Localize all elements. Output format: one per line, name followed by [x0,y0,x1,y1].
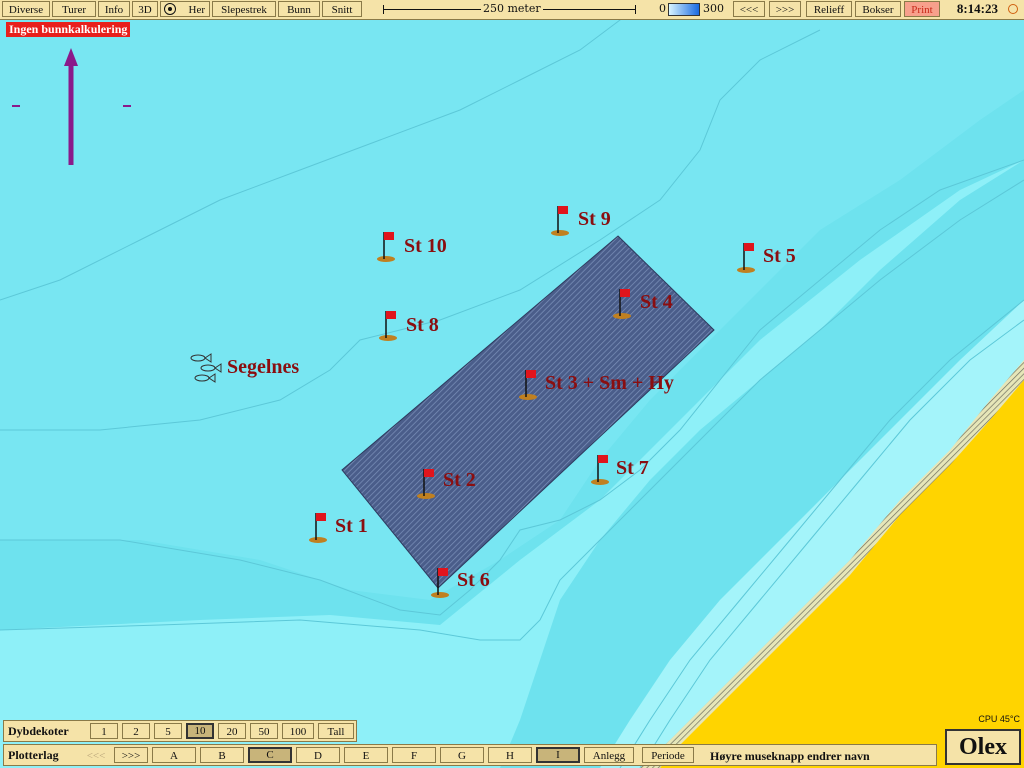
depth-min: 0 [657,2,668,15]
place-label: Segelnes [227,356,300,378]
layer-c[interactable]: C [248,747,292,763]
contour-100[interactable]: 100 [282,723,314,739]
nav-prev-button[interactable]: <<< [733,1,765,17]
sun-icon [1008,4,1018,14]
layer-i[interactable]: I [536,747,580,763]
station-flag-icon[interactable] [376,230,396,262]
period-button[interactable]: Periode [642,747,694,763]
rename-hint: Høyre museknapp endrer navn [710,749,870,763]
menu-snitt[interactable]: Snitt [322,1,362,17]
station-flag-icon[interactable] [612,287,632,319]
layer-b[interactable]: B [200,747,244,763]
station-label-st10[interactable]: St 10 [404,235,447,258]
facility-button[interactable]: Anlegg [584,747,634,763]
target-icon [164,3,176,15]
menu-slepestrek[interactable]: Slepestrek [212,1,276,17]
station-flag-icon[interactable] [518,368,538,400]
no-bottom-calc-warning: Ingen bunnkalkulering [6,22,131,37]
station-flag-icon[interactable] [416,467,436,499]
contour-1[interactable]: 1 [90,723,118,739]
menu-info[interactable]: Info [98,1,130,17]
menu-her-label: Her [188,4,206,16]
scale-label: 250 meter [481,2,543,15]
menu-3d[interactable]: 3D [132,1,158,17]
station-label-st2[interactable]: St 2 [443,469,476,492]
station-flag-icon[interactable] [378,309,398,341]
depth-max: 300 [701,2,726,15]
station-label-st3[interactable]: St 3 + Sm + Hy [545,372,674,395]
relief-button[interactable]: Relieff [806,1,852,17]
depth-gradient[interactable] [668,3,700,16]
station-label-st5[interactable]: St 5 [763,245,796,268]
depth-contours-label: Dybdekoter [8,724,69,738]
contour-5[interactable]: 5 [154,723,182,739]
chart-map[interactable] [0,0,1024,768]
layer-d[interactable]: D [296,747,340,763]
layer-h[interactable]: H [488,747,532,763]
clock: 8:14:23 [956,1,998,16]
station-label-st1[interactable]: St 1 [335,515,368,538]
contour-20[interactable]: 20 [218,723,246,739]
menu-her[interactable]: Her [160,1,210,17]
layer-e[interactable]: E [344,747,388,763]
scale-bar-right-tick [635,5,636,14]
station-label-st8[interactable]: St 8 [406,314,439,337]
station-label-st6[interactable]: St 6 [457,569,490,592]
layer-a[interactable]: A [152,747,196,763]
station-label-st7[interactable]: St 7 [616,457,649,480]
layers-prev-button[interactable]: <<< [80,747,112,763]
station-flag-icon[interactable] [430,566,450,598]
contour-50[interactable]: 50 [250,723,278,739]
contour-10[interactable]: 10 [186,723,214,739]
print-button[interactable]: Print [904,1,940,17]
olex-logo[interactable]: Olex [945,729,1021,765]
layers-next-button[interactable]: >>> [114,747,148,763]
station-flag-icon[interactable] [308,511,328,543]
station-label-st9[interactable]: St 9 [578,208,611,231]
menu-diverse[interactable]: Diverse [2,1,50,17]
nav-next-button[interactable]: >>> [769,1,801,17]
plot-layers-label: Plotterlag [8,748,59,762]
contour-2[interactable]: 2 [122,723,150,739]
station-flag-icon[interactable] [590,453,610,485]
plot-layers-bar: Plotterlag <<< >>> A B C D E F G H I Anl… [3,744,937,766]
contour-tall[interactable]: Tall [318,723,354,739]
top-toolbar: Diverse Turer Info 3D Her Slepestrek Bun… [0,0,1024,20]
station-flag-icon[interactable] [736,241,756,273]
menu-turer[interactable]: Turer [52,1,96,17]
station-label-st4[interactable]: St 4 [640,291,673,314]
layer-g[interactable]: G [440,747,484,763]
cpu-temperature: CPU 45°C [978,714,1020,724]
menu-bunn[interactable]: Bunn [278,1,320,17]
scale-bar-left-tick [383,5,384,14]
layer-f[interactable]: F [392,747,436,763]
boxes-button[interactable]: Bokser [855,1,901,17]
station-flag-icon[interactable] [550,204,570,236]
depth-contours-bar: Dybdekoter 1 2 5 10 20 50 100 Tall [3,720,357,742]
